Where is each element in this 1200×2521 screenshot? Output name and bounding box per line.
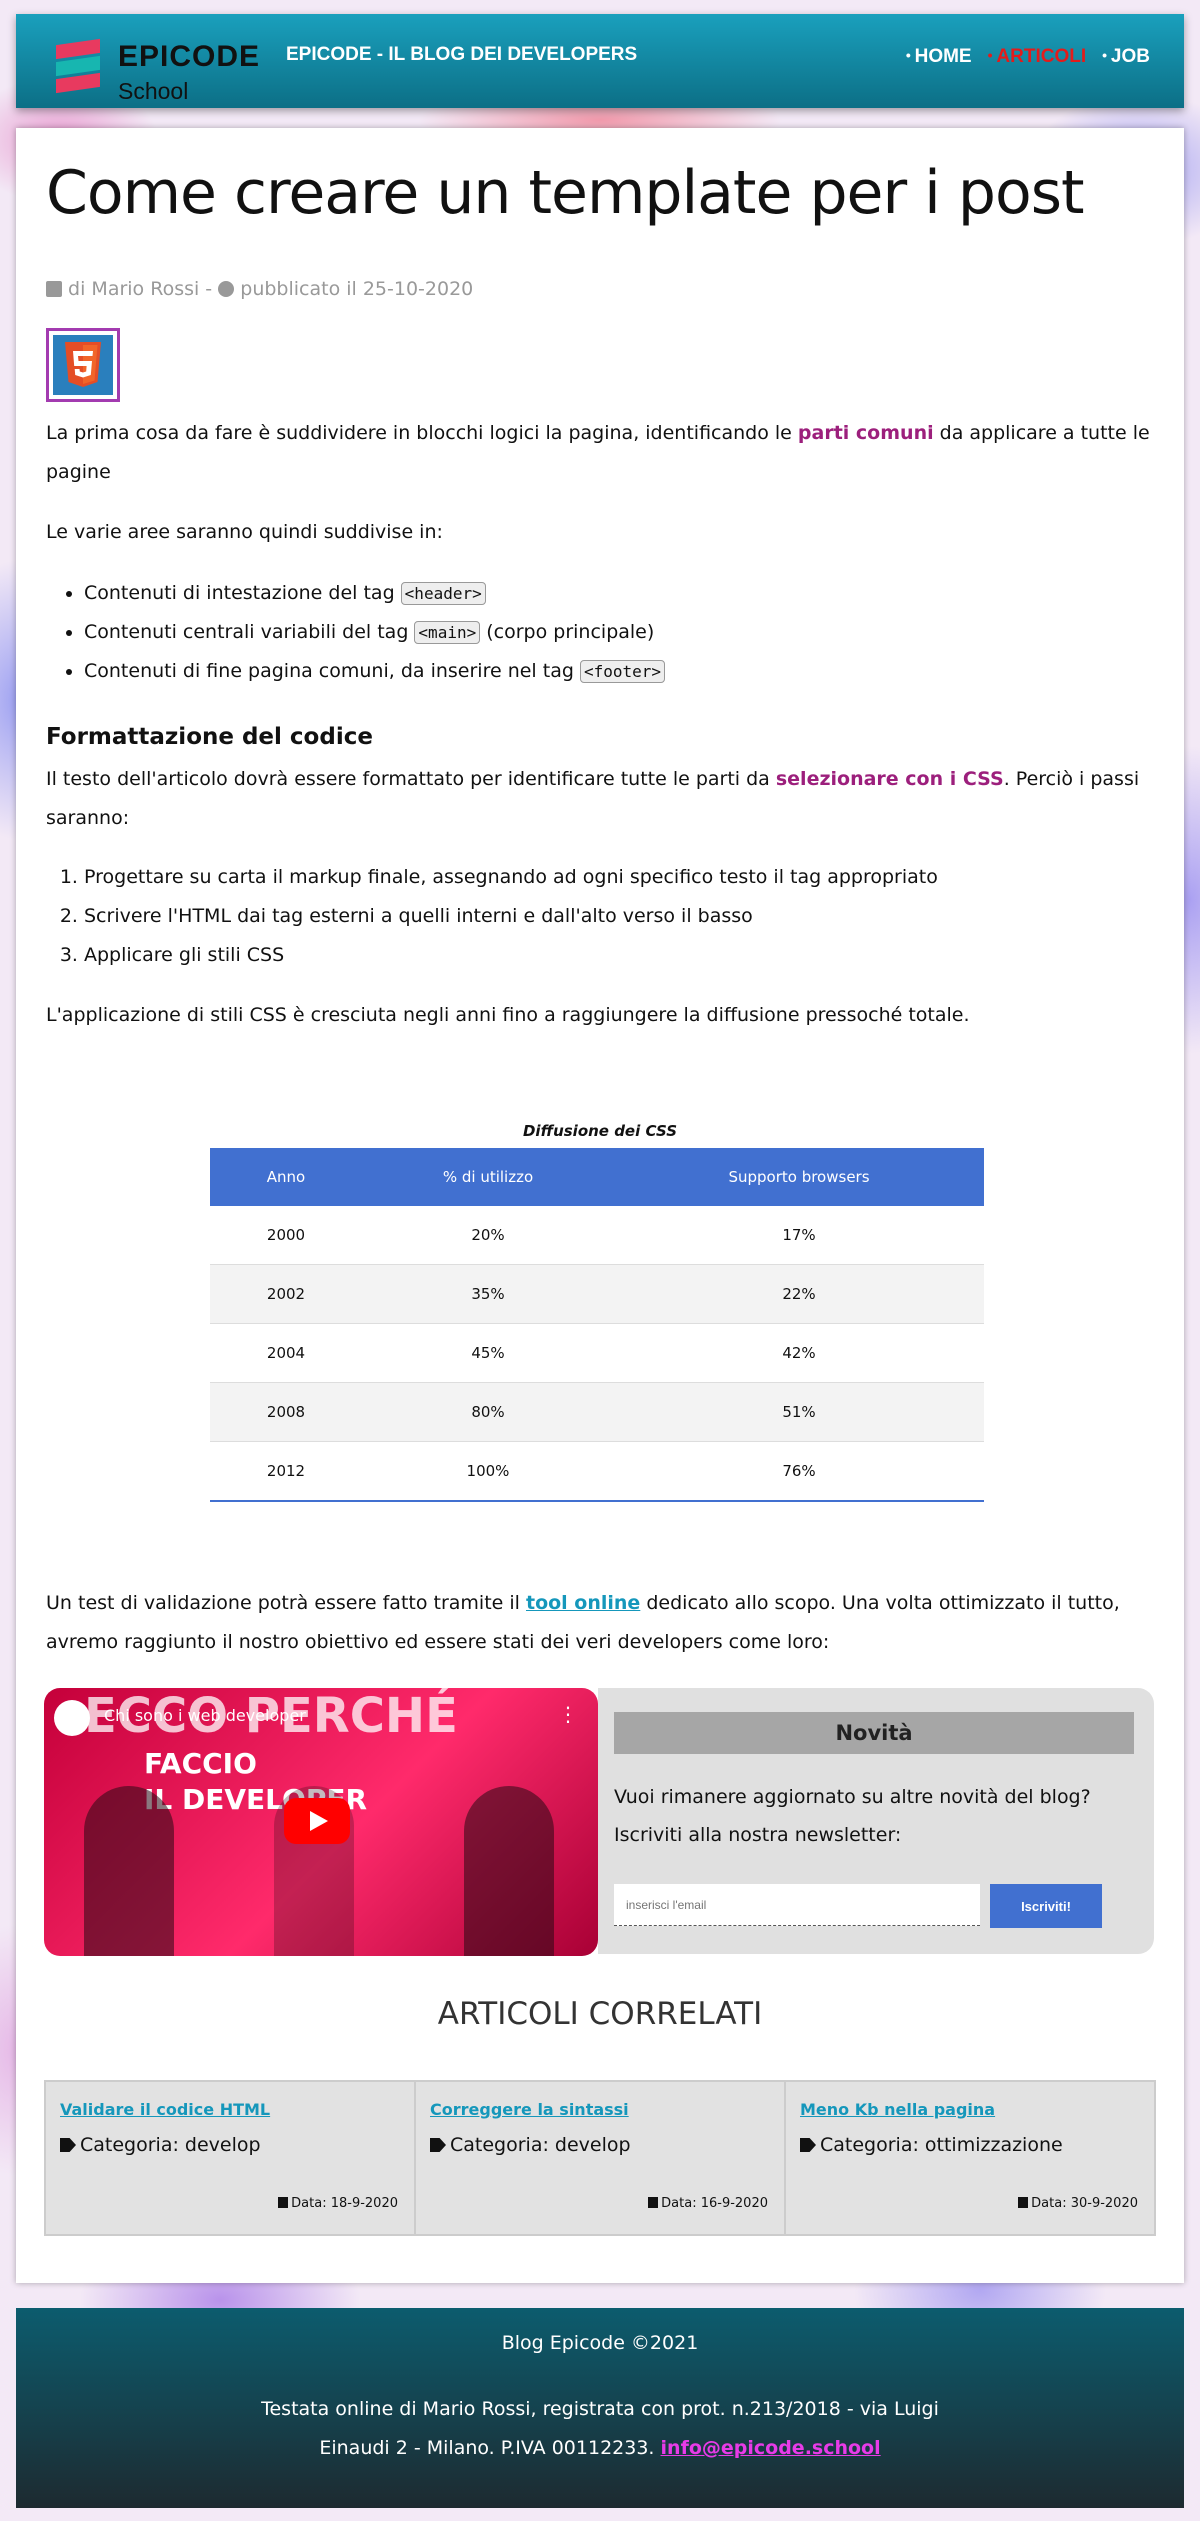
format-highlight: selezionare con i CSS [775,768,1004,790]
validation-text-a: Un test di validazione potrà essere fatt… [46,1592,526,1614]
related-link[interactable]: Meno Kb nella pagina [800,2100,995,2119]
person-image [464,1786,554,1956]
footer-email-link[interactable]: info@epicode.school [661,2437,881,2459]
footer-legal-a: Testata online di Mario Rossi, registrat… [261,2398,939,2420]
clock-icon [218,281,235,297]
related-heading: ARTICOLI CORRELATI [437,1996,763,2032]
youtube-video[interactable]: ECCO PERCHÉ FACCIO IL DEVELOPER Chi sono… [44,1688,598,1956]
table-header-row: Anno % di utilizzo Supporto browsers [210,1148,984,1206]
table-row: 2012 100% 76% [210,1441,984,1502]
html5-logo [46,328,120,402]
related-card: Meno Kb nella pagina Categoria: ottimizz… [786,2082,1154,2234]
related-link[interactable]: Validare il codice HTML [60,2100,270,2119]
page-footer: Blog Epicode ©2021 Testata online di Mar… [16,2308,1184,2508]
newsletter-box: Novità Vuoi rimanere aggiornato su altre… [598,1688,1154,1954]
css-paragraph: L'applicazione di stili CSS è cresciuta … [46,1004,970,1026]
logo-mark-icon [56,38,100,94]
calendar-icon [1018,2197,1029,2208]
validation-paragraph: Un test di validazione potrà essere fatt… [46,1584,1154,1662]
tag-icon [60,2138,76,2152]
date-text: Data: 16-9-2020 [661,2196,768,2211]
related-card: Correggere la sintassi Categoria: develo… [416,2082,786,2234]
code-footer: <footer> [579,660,666,683]
nav-articoli[interactable]: ARTICOLI [988,46,1086,68]
intro-paragraph: La prima cosa da fare è suddividere in b… [46,414,1154,492]
intro-text-a: La prima cosa da fare è suddividere in b… [46,422,798,444]
table-row: 2004 45% 42% [210,1323,984,1383]
list-item: Contenuti centrali variabili del tag <ma… [84,613,665,652]
article-meta: di Mario Rossi - pubblicato il 25-10-202… [46,278,473,300]
tool-online-link[interactable]: tool online [526,1592,640,1614]
steps-list: Progettare su carta il markup finale, as… [46,858,938,975]
areas-intro: Le varie aree saranno quindi suddivise i… [46,521,443,543]
channel-avatar-icon[interactable] [54,1700,90,1736]
nav-home[interactable]: HOME [906,46,972,68]
table-row: 2002 35% 22% [210,1264,984,1324]
list-item: Scrivere l'HTML dai tag esterni a quelli… [84,897,938,936]
meta-author: di Mario Rossi - [68,278,213,300]
related-category: Categoria: develop [60,2134,261,2156]
related-category: Categoria: develop [430,2134,631,2156]
date-text: Data: 18-9-2020 [291,2196,398,2211]
related-category: Categoria: ottimizzazione [800,2134,1063,2156]
related-card: Validare il codice HTML Categoria: devel… [46,2082,416,2234]
video-title[interactable]: Chi sono i web developer [104,1706,306,1725]
areas-list: Contenuti di intestazione del tag <heade… [46,574,666,691]
category-text: Categoria: ottimizzazione [820,2134,1063,2156]
intro-highlight: parti comuni [797,422,934,444]
col-anno: Anno [210,1148,362,1206]
meta-date: pubblicato il 25-10-2020 [240,278,474,300]
calendar-icon [278,2197,289,2208]
more-options-icon[interactable]: ⋮ [558,1702,578,1726]
date-text: Data: 30-9-2020 [1031,2196,1138,2211]
code-header: <header> [400,582,486,605]
category-text: Categoria: develop [450,2134,631,2156]
article-card: Come creare un template per i post di Ma… [16,128,1184,2283]
related-date: Data: 30-9-2020 [1018,2196,1138,2211]
format-paragraph: Il testo dell'articolo dovrà essere form… [46,760,1154,838]
category-text: Categoria: develop [80,2134,261,2156]
section-heading: Formattazione del codice [46,724,373,750]
tag-icon [800,2138,816,2152]
epicode-logo[interactable]: EPICODE School [56,30,266,104]
subscribe-button[interactable]: Iscriviti! [990,1884,1102,1928]
table-row: 2000 20% 17% [210,1206,984,1265]
related-date: Data: 18-9-2020 [278,2196,398,2211]
table-row: 2008 80% 51% [210,1382,984,1442]
format-text-a: Il testo dell'articolo dovrà essere form… [46,768,776,790]
html5-icon [65,342,101,387]
col-utilizzo: % di utilizzo [362,1148,614,1206]
logo-name: EPICODE [118,40,261,73]
site-title: EPICODE - IL BLOG DEI DEVELOPERS [286,44,638,65]
list-item: Contenuti di fine pagina comuni, da inse… [84,652,666,691]
table-caption: Diffusione dei CSS [522,1122,678,1140]
list-item: Applicare gli stili CSS [84,936,938,975]
footer-legal-b: Einaudi 2 - Milano. P.IVA 00112233. [319,2437,655,2459]
css-table: Anno % di utilizzo Supporto browsers 200… [210,1148,984,1502]
list-item: Progettare su carta il markup finale, as… [84,858,938,897]
email-input[interactable] [614,1884,980,1926]
person-image [84,1786,174,1956]
article-title: Come creare un template per i post [46,158,1085,228]
play-button[interactable] [284,1798,350,1844]
footer-legal: Testata online di Mario Rossi, registrat… [16,2390,1184,2468]
newsletter-text: Vuoi rimanere aggiornato su altre novità… [614,1786,1091,1846]
col-supporto: Supporto browsers [614,1148,984,1206]
newsletter-heading: Novità [614,1712,1134,1754]
nav-job[interactable]: JOB [1102,46,1150,68]
related-articles: Validare il codice HTML Categoria: devel… [44,2080,1156,2236]
video-overlay-line-2: FACCIO [144,1747,257,1780]
main-nav: HOME ARTICOLI JOB [906,46,1150,68]
tag-icon [430,2138,446,2152]
edit-icon [46,281,62,297]
related-date: Data: 16-9-2020 [648,2196,768,2211]
list-item: Contenuti di intestazione del tag <heade… [84,574,665,613]
related-link[interactable]: Correggere la sintassi [430,2100,629,2119]
code-main: <main> [414,621,481,644]
top-header: EPICODE School EPICODE - IL BLOG DEI DEV… [16,14,1184,108]
logo-sub: School [118,78,189,104]
calendar-icon [648,2197,659,2208]
footer-copyright: Blog Epicode ©2021 [501,2332,699,2354]
